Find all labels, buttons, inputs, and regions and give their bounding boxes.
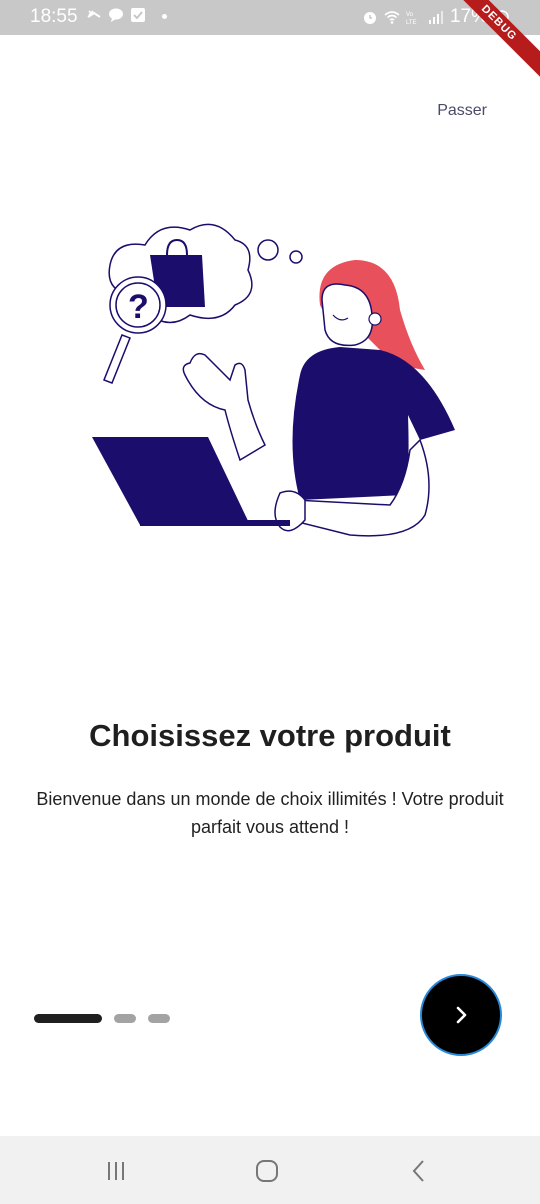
svg-text:?: ?: [128, 288, 149, 326]
status-bar: 18:55 Vo LTE 17% DEBUG: [0, 0, 540, 83]
alarm-icon: [363, 12, 376, 24]
status-time: 18:55: [30, 6, 78, 27]
back-icon: [412, 1160, 424, 1182]
recent-apps-button[interactable]: [96, 1156, 136, 1186]
next-button[interactable]: [420, 974, 502, 1056]
skip-button[interactable]: Passer: [437, 102, 487, 120]
recent-apps-icon: [108, 1162, 124, 1180]
signal-icon: [428, 11, 443, 24]
chevron-right-icon: [456, 1006, 467, 1024]
page-indicator: [34, 1014, 170, 1023]
page-dot-active: [34, 1014, 102, 1023]
page-dot: [114, 1014, 136, 1023]
back-button[interactable]: [399, 1156, 439, 1186]
page-dot: [148, 1014, 170, 1023]
person-shopping-laptop-illustration: ?: [92, 223, 455, 537]
page-title: Choisissez votre produit: [89, 718, 451, 753]
dot-icon: [162, 14, 167, 19]
volte-icon: Vo LTE: [406, 12, 417, 25]
checkbox-icon: [131, 8, 145, 22]
svg-text:Vo: Vo: [406, 12, 414, 18]
chat-bubble-icon: [109, 8, 123, 22]
wifi-icon: [384, 11, 400, 24]
svg-text:LTE: LTE: [406, 20, 417, 25]
system-nav-bar: [0, 1136, 540, 1204]
page-subtitle: Bienvenue dans un monde de choix illimit…: [36, 789, 504, 837]
missed-call-icon: [87, 10, 101, 18]
home-icon: [256, 1160, 278, 1182]
notification-icons: [86, 7, 146, 23]
home-button[interactable]: [247, 1156, 287, 1186]
